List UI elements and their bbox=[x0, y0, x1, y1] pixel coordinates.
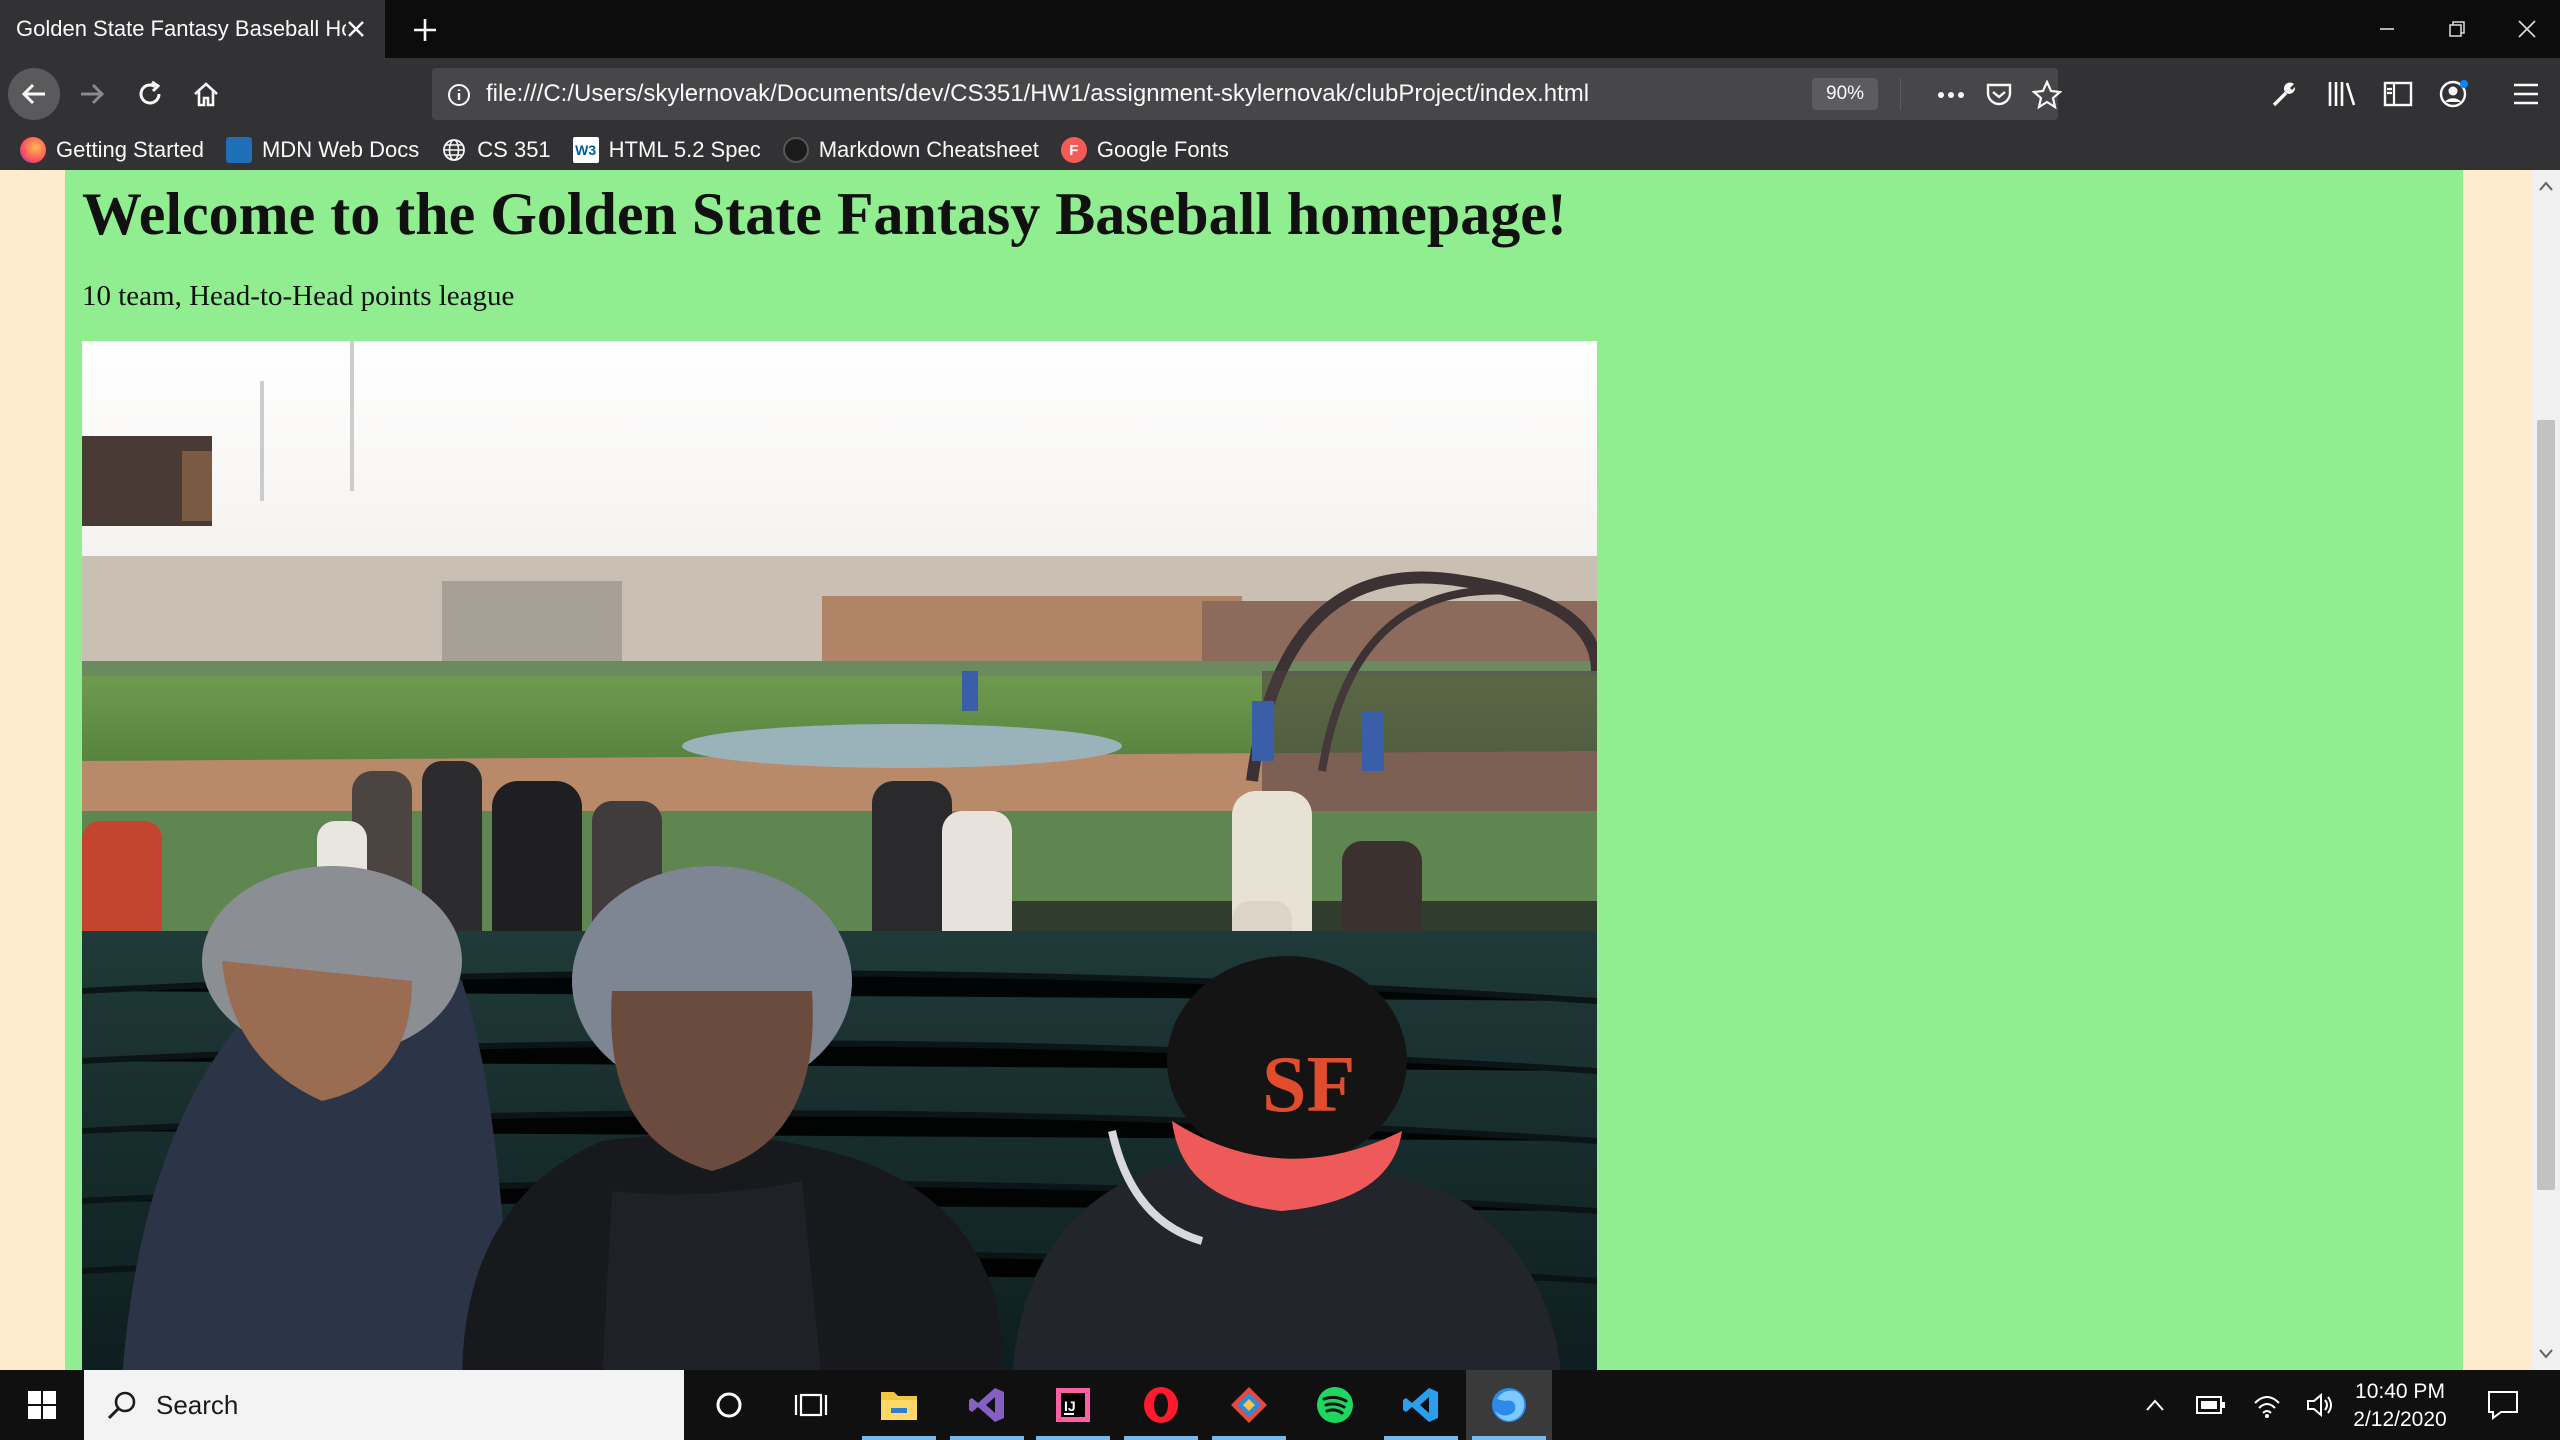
notifications-icon[interactable] bbox=[2486, 1388, 2520, 1422]
bookmarks-toolbar: Getting Started MDN Web Docs CS 351 W3 H… bbox=[0, 130, 2560, 170]
bookmark-label: MDN Web Docs bbox=[261, 137, 420, 162]
bookmark-label: Markdown Cheatsheet bbox=[818, 137, 1039, 162]
reload-button[interactable] bbox=[124, 68, 176, 120]
pocket-icon[interactable] bbox=[1982, 78, 2016, 112]
forward-button[interactable] bbox=[66, 68, 118, 120]
bookmark-label: Google Fonts bbox=[1096, 137, 1229, 162]
globe-icon bbox=[441, 137, 467, 163]
league-description: 10 team, Head-to-Head points league bbox=[82, 280, 515, 312]
new-tab-button[interactable] bbox=[405, 10, 445, 50]
account-icon[interactable] bbox=[2432, 72, 2476, 116]
mdn-icon bbox=[225, 137, 252, 163]
windows-taskbar: Search IJ 10:40 PM 2/12/2020 bbox=[0, 1370, 2560, 1440]
scroll-down-icon[interactable] bbox=[2536, 1344, 2556, 1364]
task-view-icon[interactable] bbox=[768, 1370, 854, 1440]
clock-date: 2/12/2020 bbox=[2353, 1408, 2447, 1431]
search-placeholder: Search bbox=[156, 1389, 239, 1420]
intellij-icon[interactable]: IJ bbox=[1030, 1370, 1116, 1440]
minimize-button[interactable] bbox=[2352, 0, 2422, 58]
scroll-up-icon[interactable] bbox=[2536, 176, 2556, 196]
scroll-thumb[interactable] bbox=[2537, 420, 2555, 1190]
sidebar-toggle-icon[interactable] bbox=[2376, 72, 2420, 116]
svg-text:IJ: IJ bbox=[1064, 1398, 1076, 1414]
start-button[interactable] bbox=[0, 1370, 84, 1440]
bookmark-getting-started[interactable]: Getting Started bbox=[20, 137, 204, 163]
firefox-taskbar-icon[interactable] bbox=[1466, 1370, 1552, 1440]
visual-studio-icon[interactable] bbox=[944, 1370, 1030, 1440]
page-content: Welcome to the Golden State Fantasy Base… bbox=[65, 170, 2463, 1370]
github-icon bbox=[782, 137, 809, 163]
ballpark-photo: SF bbox=[82, 341, 1597, 1370]
cortana-icon[interactable] bbox=[686, 1370, 772, 1440]
browser-titlebar: Golden State Fantasy Baseball Hom bbox=[0, 0, 2560, 58]
windows-icon bbox=[28, 1391, 56, 1419]
page-actions-icon[interactable] bbox=[1934, 78, 1968, 112]
browser-navbar: file:///C:/Users/skylernovak/Documents/d… bbox=[0, 58, 2560, 130]
google-fonts-icon: F bbox=[1060, 137, 1087, 163]
wifi-icon[interactable] bbox=[2250, 1388, 2284, 1422]
vscode-icon[interactable] bbox=[1378, 1370, 1464, 1440]
urlbar-divider bbox=[1900, 78, 1901, 110]
taskbar-search[interactable]: Search bbox=[84, 1370, 684, 1440]
chevron-up-icon[interactable] bbox=[2138, 1388, 2172, 1422]
battery-icon[interactable] bbox=[2194, 1388, 2228, 1422]
page-scrollbar[interactable] bbox=[2532, 170, 2560, 1370]
library-icon[interactable] bbox=[2320, 72, 2364, 116]
spotify-icon[interactable] bbox=[1292, 1370, 1378, 1440]
bookmark-markdown[interactable]: Markdown Cheatsheet bbox=[782, 137, 1039, 163]
svg-text:SF: SF bbox=[1262, 1041, 1355, 1129]
zoom-indicator[interactable]: 90% bbox=[1812, 78, 1879, 110]
close-window-button[interactable] bbox=[2492, 0, 2560, 58]
bookmark-star-icon[interactable] bbox=[2030, 78, 2064, 112]
site-info-icon[interactable] bbox=[442, 78, 476, 112]
bookmark-label: CS 351 bbox=[477, 137, 551, 162]
page-title: Welcome to the Golden State Fantasy Base… bbox=[82, 181, 1567, 247]
menu-icon[interactable] bbox=[2504, 72, 2548, 116]
bookmark-mdn[interactable]: MDN Web Docs bbox=[225, 137, 420, 163]
bookmark-html-spec[interactable]: W3 HTML 5.2 Spec bbox=[572, 137, 761, 163]
bookmark-cs351[interactable]: CS 351 bbox=[441, 137, 551, 163]
bookmark-google-fonts[interactable]: F Google Fonts bbox=[1060, 137, 1229, 163]
git-kraken-icon[interactable] bbox=[1206, 1370, 1292, 1440]
back-button[interactable] bbox=[8, 68, 60, 120]
clock-time: 10:40 PM bbox=[2355, 1380, 2445, 1403]
page-viewport: Welcome to the Golden State Fantasy Base… bbox=[0, 170, 2532, 1370]
bookmark-label: Getting Started bbox=[56, 137, 204, 162]
firefox-icon bbox=[20, 137, 46, 163]
url-text[interactable]: file:///C:/Users/skylernovak/Documents/d… bbox=[486, 80, 1589, 108]
search-icon bbox=[107, 1391, 136, 1420]
browser-tab-active[interactable]: Golden State Fantasy Baseball Hom bbox=[0, 0, 385, 58]
volume-icon[interactable] bbox=[2304, 1388, 2338, 1422]
bookmark-label: HTML 5.2 Spec bbox=[608, 137, 761, 162]
home-button[interactable] bbox=[180, 68, 232, 120]
file-explorer-icon[interactable] bbox=[856, 1370, 942, 1440]
w3c-icon: W3 bbox=[572, 137, 599, 163]
restore-button[interactable] bbox=[2422, 0, 2492, 58]
opera-icon[interactable] bbox=[1118, 1370, 1204, 1440]
developer-tools-icon[interactable] bbox=[2262, 72, 2306, 116]
tab-title: Golden State Fantasy Baseball Hom bbox=[16, 16, 346, 41]
close-tab-icon[interactable] bbox=[341, 14, 371, 44]
taskbar-clock[interactable]: 10:40 PM 2/12/2020 bbox=[2340, 1378, 2460, 1434]
url-bar[interactable]: file:///C:/Users/skylernovak/Documents/d… bbox=[432, 68, 2062, 120]
